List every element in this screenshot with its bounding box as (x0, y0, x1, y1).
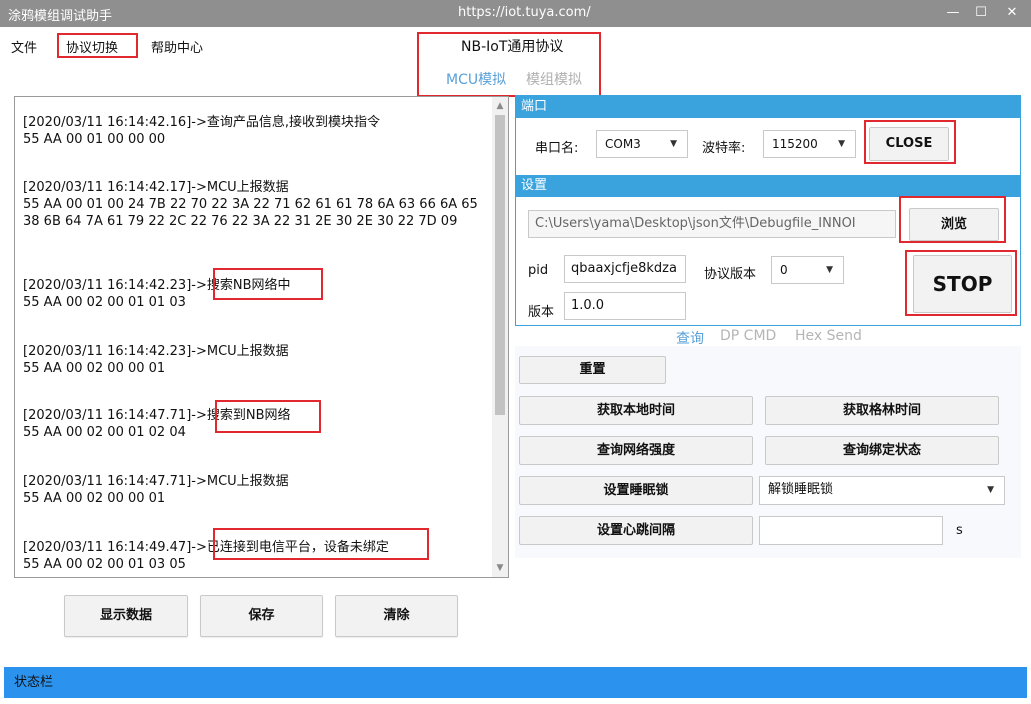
query-bind-status-button[interactable]: 查询绑定状态 (765, 436, 999, 465)
show-data-button[interactable]: 显示数据 (64, 595, 188, 637)
heartbeat-unit: s (956, 523, 963, 538)
serial-select[interactable]: COM3 ▼ (596, 130, 688, 158)
save-button[interactable]: 保存 (200, 595, 323, 637)
set-sleep-lock-button[interactable]: 设置睡眠锁 (519, 476, 753, 505)
log-data: 55 AA 00 02 00 01 01 03 (23, 295, 186, 310)
baud-label: 波特率: (702, 141, 746, 156)
log-header: [2020/03/11 16:14:47.71]->搜索到NB网络 (23, 408, 291, 423)
log-scrollbar[interactable]: ▲ ▼ (492, 97, 508, 577)
json-path-field[interactable]: C:\Users\yama\Desktop\json文件\Debugfile_I… (528, 210, 896, 238)
chevron-down-icon: ▼ (670, 139, 677, 149)
log-header: [2020/03/11 16:14:42.23]->MCU上报数据 (23, 344, 289, 359)
log-data: 55 AA 00 01 00 00 00 (23, 132, 166, 147)
log-data: 55 AA 00 02 00 01 02 04 (23, 425, 186, 440)
title-bar: 涂鸦模组调试助手 https://iot.tuya.com/ — ☐ ✕ (0, 0, 1031, 27)
port-settings-panel: 端口 串口名: COM3 ▼ 波特率: 115200 ▼ CLOSE 设置 C:… (515, 95, 1021, 326)
tab-hex-send[interactable]: Hex Send (795, 328, 862, 344)
sleep-lock-value: 解锁睡眠锁 (768, 482, 834, 497)
log-entry: [2020/03/11 16:14:42.23]->MCU上报数据 55 AA … (23, 343, 491, 377)
clear-button[interactable]: 清除 (335, 595, 458, 637)
tab-mcu-sim[interactable]: MCU模拟 (446, 69, 506, 89)
chevron-down-icon: ▼ (987, 485, 994, 495)
log-header: [2020/03/11 16:14:49.47]->已连接到电信平台，设备未绑定 (23, 540, 389, 555)
window-url: https://iot.tuya.com/ (458, 5, 591, 20)
log-entry: [2020/03/11 16:14:42.23]->搜索NB网络中 55 AA … (23, 277, 491, 311)
log-header: [2020/03/11 16:14:42.16]->查询产品信息,接收到模块指令 (23, 115, 380, 130)
log-header: [2020/03/11 16:14:47.71]->MCU上报数据 (23, 474, 289, 489)
settings-section-header: 设置 (516, 175, 1020, 197)
get-local-time-button[interactable]: 获取本地时间 (519, 396, 753, 425)
serial-label: 串口名: (535, 141, 579, 156)
browse-button[interactable]: 浏览 (909, 208, 999, 241)
scroll-thumb[interactable] (495, 115, 505, 415)
status-bar: 状态栏 (4, 667, 1027, 698)
version-field[interactable]: 1.0.0 (564, 292, 686, 320)
baud-value: 115200 (772, 137, 818, 151)
query-signal-button[interactable]: 查询网络强度 (519, 436, 753, 465)
log-data: 55 AA 00 02 00 00 01 (23, 361, 166, 376)
log-panel[interactable]: [2020/03/11 16:14:42.16]->查询产品信息,接收到模块指令… (14, 96, 509, 578)
heartbeat-field[interactable] (759, 516, 943, 545)
log-data: 55 AA 00 02 00 01 03 05 (23, 557, 186, 572)
pid-label: pid (528, 263, 549, 278)
protocol-version-label: 协议版本 (704, 267, 757, 282)
log-entry: [2020/03/11 16:14:47.71]->搜索到NB网络 55 AA … (23, 407, 491, 441)
tab-module-sim[interactable]: 模组模拟 (526, 69, 582, 89)
scroll-up-icon[interactable]: ▲ (492, 98, 508, 114)
reset-button[interactable]: 重置 (519, 356, 666, 384)
close-port-button[interactable]: CLOSE (869, 127, 949, 161)
pid-field[interactable]: qbaaxjcfje8kdza (564, 255, 686, 283)
menu-file[interactable]: 文件 (11, 37, 37, 56)
version-label: 版本 (528, 305, 555, 320)
minimize-icon[interactable]: — (940, 3, 966, 23)
scroll-down-icon[interactable]: ▼ (492, 560, 508, 576)
menu-help[interactable]: 帮助中心 (151, 37, 203, 56)
log-data: 55 AA 00 02 00 00 01 (23, 491, 166, 506)
get-gmt-time-button[interactable]: 获取格林时间 (765, 396, 999, 425)
log-header: [2020/03/11 16:14:42.17]->MCU上报数据 (23, 180, 289, 195)
set-heartbeat-button[interactable]: 设置心跳间隔 (519, 516, 753, 545)
sleep-lock-select[interactable]: 解锁睡眠锁 ▼ (759, 476, 1005, 505)
port-section-header: 端口 (516, 96, 1020, 118)
log-entry: [2020/03/11 16:14:42.17]->MCU上报数据 55 AA … (23, 179, 491, 230)
chevron-down-icon: ▼ (826, 265, 833, 275)
protocol-version-select[interactable]: 0 ▼ (771, 256, 844, 284)
tab-query[interactable]: 查询 (676, 328, 704, 348)
log-entry: [2020/03/11 16:14:49.47]->已连接到电信平台，设备未绑定… (23, 539, 491, 573)
chevron-down-icon: ▼ (838, 139, 845, 149)
serial-value: COM3 (605, 137, 641, 151)
app-title: 涂鸦模组调试助手 (8, 9, 113, 24)
log-header: [2020/03/11 16:14:42.23]->搜索NB网络中 (23, 278, 291, 293)
stop-button[interactable]: STOP (913, 255, 1012, 313)
protocol-version-value: 0 (780, 263, 788, 277)
log-data: 55 AA 00 01 00 24 7B 22 70 22 3A 22 71 6… (23, 197, 478, 229)
maximize-icon[interactable]: ☐ (968, 3, 994, 23)
tab-dp-cmd[interactable]: DP CMD (720, 328, 776, 344)
log-entry: [2020/03/11 16:14:42.16]->查询产品信息,接收到模块指令… (23, 114, 491, 148)
close-icon[interactable]: ✕ (999, 3, 1025, 23)
baud-select[interactable]: 115200 ▼ (763, 130, 856, 158)
log-entry: [2020/03/11 16:14:47.71]->MCU上报数据 55 AA … (23, 473, 491, 507)
menu-protocol-switch[interactable]: 协议切换 (66, 37, 118, 56)
protocol-title: NB-IoT通用协议 (461, 39, 564, 55)
